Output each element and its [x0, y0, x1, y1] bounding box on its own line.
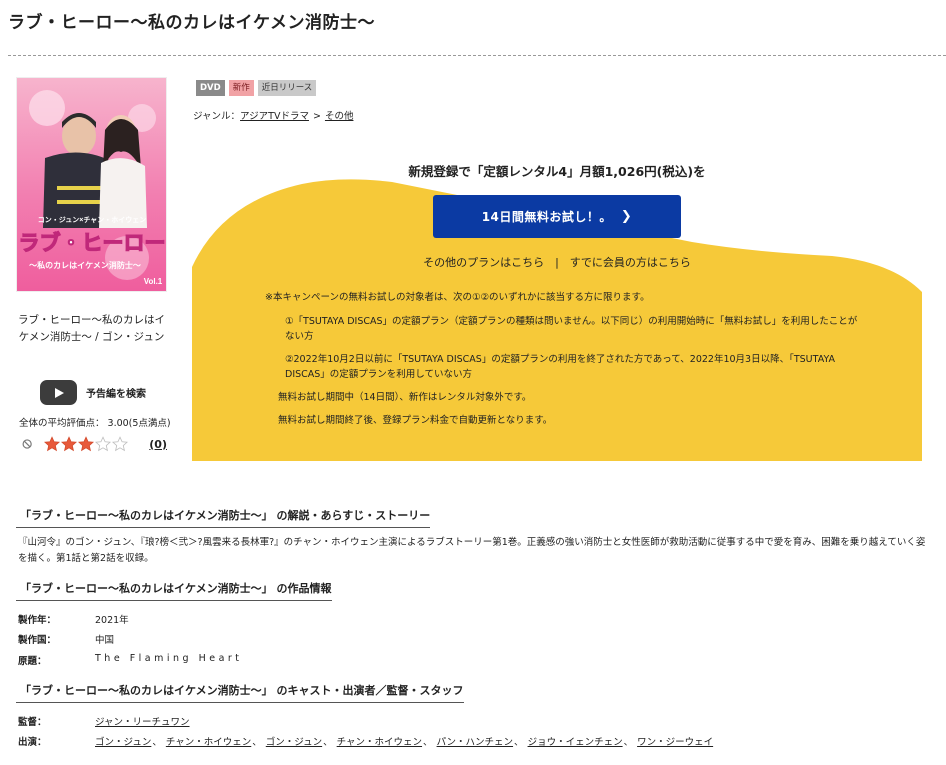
info-row-country: 製作国： 中国	[18, 632, 114, 646]
play-icon	[40, 380, 77, 405]
actors-label: 出演：	[18, 737, 47, 748]
country-label: 製作国：	[18, 635, 57, 646]
star-empty-icon[interactable]	[95, 436, 112, 452]
actor-link[interactable]: ジョウ・イェンチェン	[528, 737, 623, 748]
genre-breadcrumb: ジャンル：アジアTVドラマ > その他	[193, 108, 353, 122]
review-count-link[interactable]: (0)	[149, 438, 167, 451]
country-value: 中国	[95, 635, 115, 646]
campaign-notes: ※本キャンペーンの無料お試しの対象者は、次の①②のいずれかに該当する方に限ります…	[265, 290, 865, 436]
year-label: 製作年：	[18, 615, 57, 626]
cover-subtitle-text: 〜私のカレはイケメン消防士〜	[29, 260, 141, 270]
actor-separator: 、	[152, 737, 162, 748]
original-title-label: 原題：	[18, 656, 47, 667]
trailer-label: 予告編を検索	[86, 389, 146, 400]
actor-link[interactable]: ワン・ジーウェイ	[637, 737, 713, 748]
actor-separator: 、	[323, 737, 333, 748]
info-row-actors: 出演： ゴン・ジュン、 チャン・ホイウェン、 ゴン・ジュン、 チャン・ホイウェン、 パン…	[18, 734, 713, 748]
rating-row: (0)	[22, 436, 167, 452]
actor-separator: 、	[423, 737, 433, 748]
free-trial-label: 14日間無料お試し！。	[481, 210, 612, 224]
genre-label: ジャンル：	[193, 111, 241, 122]
synopsis-body: 『山河令』のゴン・ジュン、『琅?榜＜弐＞?風雲来る長林軍?』のチャン・ホイウェン…	[18, 537, 926, 564]
original-title-value: The Flaming Heart	[95, 653, 243, 664]
actor-separator: 、	[514, 737, 524, 748]
cover-volume-text: Vol.1	[144, 277, 163, 286]
star-filled-icon[interactable]	[61, 436, 78, 452]
actor-link[interactable]: ゴン・ジュン	[95, 737, 151, 748]
cover-logo-text: ラブ・ヒーロー	[19, 231, 166, 255]
badges: DVD 新作 近日リリース	[196, 80, 320, 96]
director-label: 監督：	[18, 717, 47, 728]
year-value: 2021年	[95, 615, 129, 626]
notes-item-2: ②2022年10月2日以前に「TSUTAYA DISCAS」の定額プランの利用を…	[285, 354, 836, 380]
actors-list: ゴン・ジュン、 チャン・ホイウェン、 ゴン・ジュン、 チャン・ホイウェン、 パン・ハンチ…	[95, 734, 713, 748]
star-filled-icon[interactable]	[44, 436, 61, 452]
notes-line-2: 無料お試し期間終了後、登録プラン料金で自動更新となります。	[278, 415, 553, 426]
title-divider	[8, 55, 946, 56]
actor-link[interactable]: チャン・ホイウェン	[337, 737, 422, 748]
cast-heading: 「ラブ・ヒーロー〜私のカレはイケメン消防士〜」 のキャスト・出演者／監督・スタッ…	[16, 682, 464, 703]
genre-link-other[interactable]: その他	[325, 111, 354, 122]
actor-link[interactable]: パン・ハンチェン	[437, 737, 513, 748]
actor-link[interactable]: ゴン・ジュン	[266, 737, 322, 748]
info-row-original-title: 原題： The Flaming Heart	[18, 653, 243, 667]
star-empty-icon[interactable]	[112, 436, 129, 452]
notes-item-1: ①「TSUTAYA DISCAS」の定額プラン（定額プランの種類は問いません。以…	[285, 316, 858, 342]
link-divider: |	[555, 256, 559, 269]
genre-link-asian-tv-drama[interactable]: アジアTVドラマ	[240, 111, 309, 122]
notes-heading: ※本キャンペーンの無料お試しの対象者は、次の①②のいずれかに該当する方に限ります…	[265, 292, 650, 303]
info-row-director: 監督： ジャン・リーチュワン	[18, 714, 190, 728]
actor-separator: 、	[623, 737, 634, 748]
genre-separator: >	[312, 111, 321, 122]
info-row-year: 製作年： 2021年	[18, 612, 129, 626]
cover-cast-text: コン・ジュン×チャン・ホイウェン	[38, 215, 147, 224]
other-plans-link[interactable]: その他のプランはこちら	[423, 256, 544, 269]
actor-link[interactable]: チャン・ホイウェン	[166, 737, 251, 748]
director-link[interactable]: ジャン・リーチュワン	[95, 714, 190, 728]
notes-line-1: 無料お試し期間中（14日間）、新作はレンタル対象外です。	[278, 392, 532, 403]
work-info-heading: 「ラブ・ヒーロー〜私のカレはイケメン消防士〜」 の作品情報	[16, 580, 332, 601]
cover-image[interactable]: コン・ジュン×チャン・ホイウェン ラブ・ヒーロー 〜私のカレはイケメン消防士〜 …	[16, 77, 167, 292]
badge-dvd: DVD	[196, 80, 225, 96]
plan-links: その他のプランはこちら | すでに会員の方はこちら	[192, 254, 922, 270]
chevron-right-icon: ❯	[620, 209, 633, 224]
star-rating[interactable]	[44, 436, 129, 452]
free-trial-button[interactable]: 14日間無料お試し！。 ❯	[433, 195, 681, 238]
badge-new: 新作	[228, 80, 254, 96]
cover-caption: ラブ・ヒーロー〜私のカレはイケメン消防士〜 / ゴン・ジュン	[18, 314, 165, 343]
trailer-search-button[interactable]: 予告編を検索	[40, 380, 146, 405]
star-filled-icon[interactable]	[78, 436, 95, 452]
actor-separator: 、	[252, 737, 262, 748]
average-rating-text: 全体の平均評価点： 3.00(5点満点)	[19, 418, 171, 429]
badge-upcoming-release: 近日リリース	[257, 80, 317, 96]
no-entry-icon[interactable]	[22, 437, 32, 451]
synopsis-heading: 「ラブ・ヒーロー〜私のカレはイケメン消防士〜」 の解説・あらすじ・ストーリー	[16, 507, 431, 528]
member-login-link[interactable]: すでに会員の方はこちら	[570, 256, 691, 269]
page-title: ラブ・ヒーロー〜私のカレはイケメン消防士〜	[8, 13, 375, 33]
